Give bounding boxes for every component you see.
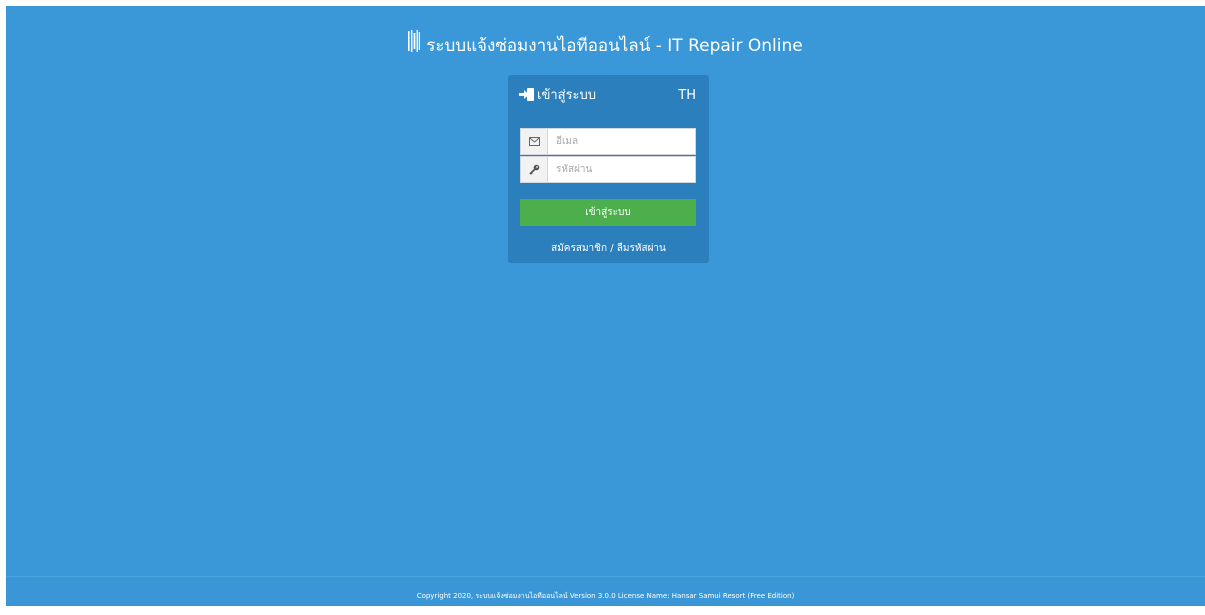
- envelope-icon: [521, 129, 548, 154]
- register-link[interactable]: สมัครสมาชิก: [551, 243, 607, 254]
- app-title: ระบบแจ้งซ่อมงานไอทีออนไลน์ - IT Repair O…: [426, 36, 803, 56]
- language-switch[interactable]: TH: [678, 88, 696, 104]
- footer: Copyright 2020, ระบบแจ้งซ่อมงานไอทีออนไล…: [6, 576, 1205, 606]
- barcode-logo-icon: [408, 30, 421, 58]
- sign-in-icon: [519, 87, 535, 106]
- login-panel: เข้าสู่ระบบ TH เข้: [508, 75, 709, 263]
- email-field: [520, 128, 700, 155]
- password-field: [520, 156, 700, 183]
- key-icon: [521, 157, 548, 182]
- login-title: เข้าสู่ระบบ: [537, 88, 597, 103]
- forgot-password-link[interactable]: ลืมรหัสผ่าน: [617, 243, 666, 254]
- account-links: สมัครสมาชิก / ลืมรหัสผ่าน: [508, 242, 709, 255]
- login-panel-header: เข้าสู่ระบบ TH: [508, 75, 709, 117]
- email-input[interactable]: [549, 129, 700, 154]
- password-input[interactable]: [549, 157, 700, 182]
- page-background: ระบบแจ้งซ่อมงานไอทีออนไลน์ - IT Repair O…: [6, 6, 1205, 606]
- app-header: ระบบแจ้งซ่อมงานไอทีออนไลน์ - IT Repair O…: [6, 30, 1205, 60]
- copyright-text: Copyright 2020, ระบบแจ้งซ่อมงานไอทีออนไล…: [416, 592, 795, 600]
- login-button[interactable]: เข้าสู่ระบบ: [520, 199, 696, 226]
